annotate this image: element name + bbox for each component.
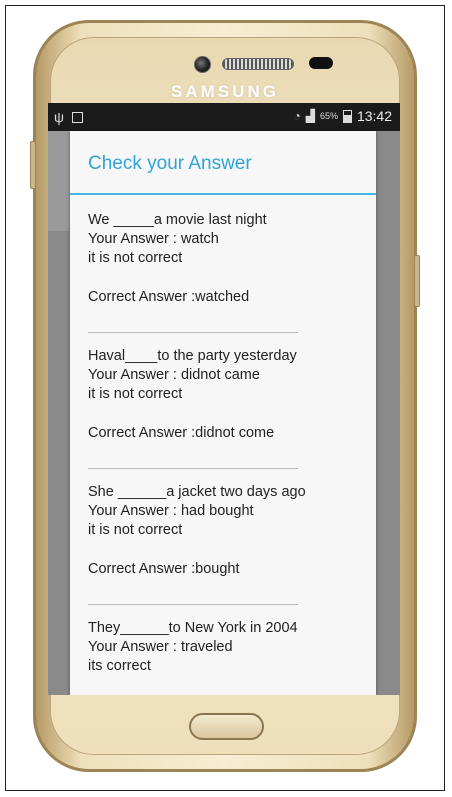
question-text: Haval____to the party yesterday: [88, 348, 297, 364]
volume-button: [30, 141, 36, 189]
proximity-sensor: [309, 57, 333, 69]
status-text: it is not correct: [88, 386, 183, 402]
question-text: She ______a jacket two days ago: [88, 484, 306, 500]
answer-item: She ______a jacket two days ago Your Ans…: [88, 483, 366, 579]
your-answer-text: Your Answer : didnot came: [88, 367, 260, 383]
correct-answer-text: Correct Answer :bought: [88, 561, 240, 577]
status-bar: ψ ◔ ▟ 65% 13:42: [48, 103, 400, 131]
item-separator: [88, 332, 298, 333]
correct-answer-text: Correct Answer :watched: [88, 289, 250, 305]
wifi-icon: ◔: [293, 109, 301, 123]
usb-icon: ψ: [54, 109, 64, 125]
question-text: They______to New York in 2004: [88, 620, 298, 636]
power-button: [414, 255, 420, 307]
your-answer-text: Your Answer : watch: [88, 231, 219, 247]
item-separator: [88, 468, 298, 469]
answer-list[interactable]: We _____a movie last night Your Answer :…: [88, 211, 366, 676]
answer-item: They______to New York in 2004 Your Answe…: [88, 619, 366, 676]
answer-item: We _____a movie last night Your Answer :…: [88, 211, 366, 307]
answer-item: Haval____to the party yesterday Your Ans…: [88, 347, 366, 443]
item-separator: [88, 604, 298, 605]
background-panel: [48, 131, 72, 231]
your-answer-text: Your Answer : traveled: [88, 639, 233, 655]
check-answer-dialog: Check your Answer We _____a movie last n…: [70, 131, 376, 695]
home-button[interactable]: [189, 713, 264, 740]
battery-icon: [342, 109, 352, 123]
brand-logo: SAMSUNG: [171, 82, 279, 101]
battery-percent: 65%: [319, 111, 338, 121]
your-answer-text: Your Answer : had bought: [88, 503, 254, 519]
signal-icon: ▟: [305, 109, 315, 123]
status-text: its correct: [88, 658, 151, 674]
correct-answer-text: Correct Answer :didnot come: [88, 425, 275, 441]
earpiece-speaker: [222, 58, 294, 70]
phone-screen: ψ ◔ ▟ 65% 13:42 Check your Answer We ___…: [48, 103, 400, 695]
image-notification-icon: [71, 111, 83, 123]
status-time: 13:42: [356, 108, 392, 124]
title-divider: [70, 193, 376, 195]
status-right: ◔ ▟ 65% 13:42: [293, 108, 392, 124]
status-text: it is not correct: [88, 250, 183, 266]
dialog-title: Check your Answer: [88, 153, 252, 174]
status-left: ψ: [54, 109, 83, 125]
question-text: We _____a movie last night: [88, 212, 267, 228]
front-camera: [194, 56, 211, 73]
status-text: it is not correct: [88, 522, 183, 538]
